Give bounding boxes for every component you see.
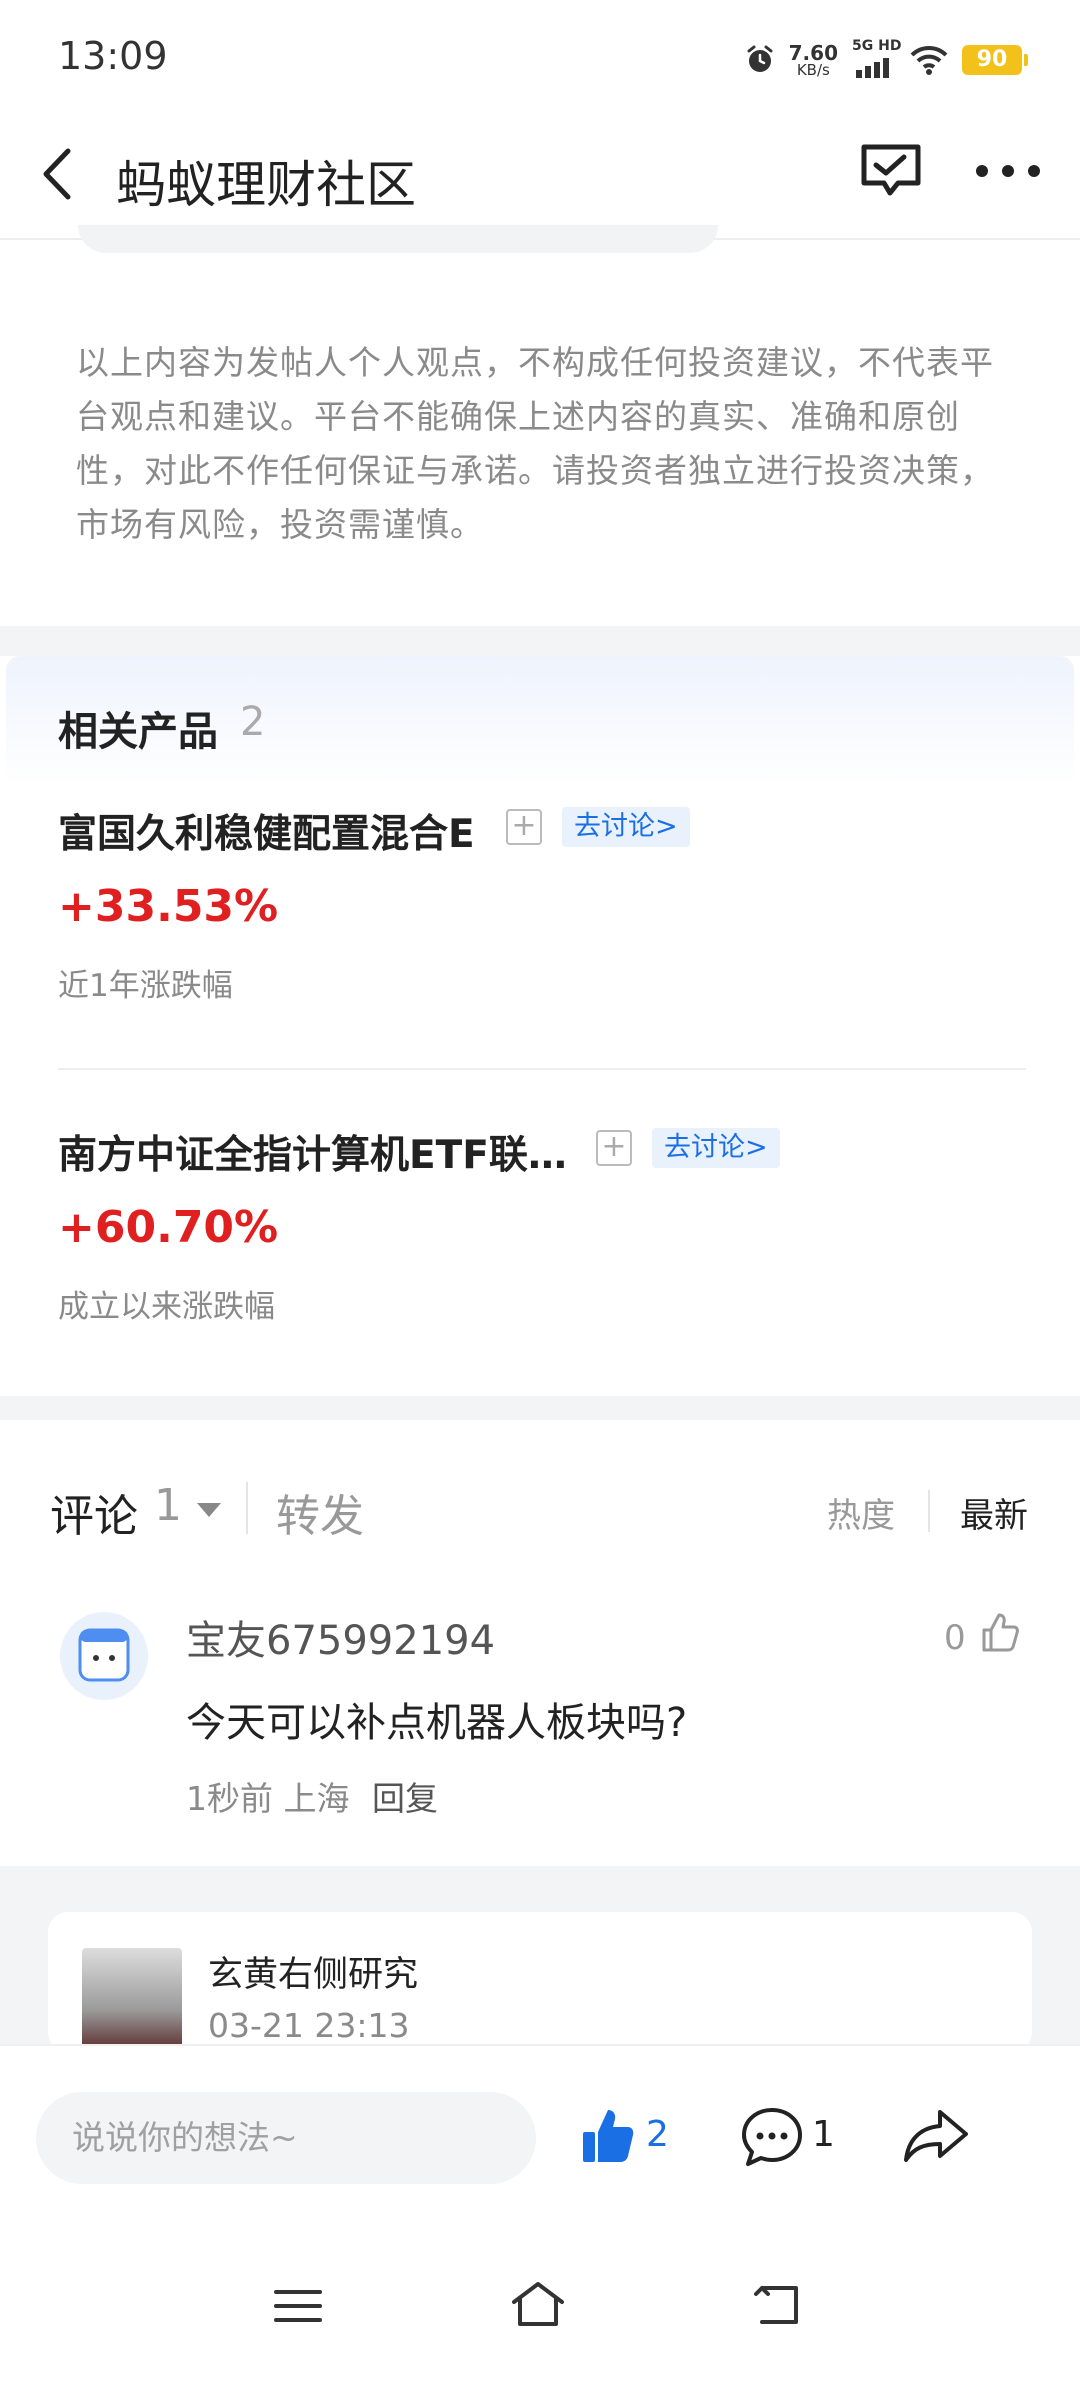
message-icon[interactable] xyxy=(858,137,924,203)
tab-separator xyxy=(246,1482,248,1534)
content-pill xyxy=(78,225,718,253)
status-bar: 13:09 7.60 KB/s 5G HD 90 xyxy=(0,0,1080,115)
disclaimer-text: 以上内容为发帖人个人观点，不构成任何投资建议，不代表平台观点和建议。平台不能确保… xyxy=(76,343,994,544)
comment-count[interactable]: 1 xyxy=(154,1480,182,1531)
battery-icon: 90 xyxy=(962,45,1028,75)
related-products: 相关产品 2 富国久利稳健配置混合E + 去讨论> +33.53% 近1年涨跌幅… xyxy=(6,656,1074,1396)
comment-icon[interactable] xyxy=(740,2106,804,2168)
product-name[interactable]: 富国久利稳健配置混合E xyxy=(58,803,475,859)
product-item[interactable]: 富国久利稳健配置混合E + 去讨论> +33.53% 近1年涨跌幅 xyxy=(58,803,1026,1043)
product-change: +60.70% xyxy=(58,1202,279,1253)
comment-meta: 1秒前 上海 xyxy=(186,1779,350,1818)
product-name[interactable]: 南方中证全指计算机ETF联… xyxy=(58,1124,567,1180)
net-speed: 7.60 KB/s xyxy=(789,43,838,78)
forward-thumbnail xyxy=(82,1948,182,2052)
product-change-label: 成立以来涨跌幅 xyxy=(58,1289,275,1325)
sort-new[interactable]: 最新 xyxy=(960,1488,1028,1537)
action-bar: 说说你的想法~ 2 1 xyxy=(0,2044,1080,2224)
comment-like-count: 0 xyxy=(944,1618,966,1658)
forward-date: 03-21 23:13 xyxy=(208,2006,410,2045)
status-icons: 7.60 KB/s 5G HD 90 xyxy=(745,38,1028,82)
menu-icon[interactable] xyxy=(272,2286,324,2326)
nav-bar: 蚂蚁理财社区 xyxy=(0,115,1080,240)
avatar[interactable] xyxy=(60,1612,148,1700)
comment-username[interactable]: 宝友675992194 xyxy=(186,1608,495,1666)
comment-text: 今天可以补点机器人板块吗? xyxy=(186,1700,688,1746)
wifi-icon xyxy=(910,45,948,75)
product-change-label: 近1年涨跌幅 xyxy=(58,968,233,1004)
like-icon[interactable] xyxy=(580,2106,636,2166)
reply-button[interactable]: 回复 xyxy=(372,1772,438,1820)
share-icon[interactable] xyxy=(900,2106,972,2166)
system-nav-bar xyxy=(0,2224,1080,2388)
comment-input[interactable]: 说说你的想法~ xyxy=(36,2092,536,2184)
back-icon[interactable] xyxy=(28,139,88,209)
section-divider xyxy=(0,1396,1080,1420)
net-speed-unit: KB/s xyxy=(796,60,830,79)
status-time: 13:09 xyxy=(58,34,168,78)
alarm-icon xyxy=(747,45,773,72)
forward-author[interactable]: 玄黄右侧研究 xyxy=(208,1946,418,1997)
sort-hot[interactable]: 热度 xyxy=(827,1488,895,1537)
product-item[interactable]: 南方中证全指计算机ETF联… + 去讨论> +60.70% 成立以来涨跌幅 xyxy=(58,1124,1026,1364)
section-divider xyxy=(0,626,1080,656)
home-icon[interactable] xyxy=(508,2278,568,2330)
product-divider xyxy=(58,1068,1026,1070)
add-watch-icon[interactable]: + xyxy=(506,809,542,845)
caret-down-icon[interactable] xyxy=(194,1500,224,1520)
product-change: +33.53% xyxy=(58,881,279,932)
sort-separator xyxy=(928,1490,930,1532)
discuss-button[interactable]: 去讨论> xyxy=(562,807,690,847)
discuss-button[interactable]: 去讨论> xyxy=(652,1128,780,1168)
related-products-count: 2 xyxy=(240,699,266,745)
net-speed-value: 7.60 xyxy=(788,40,838,65)
tab-comments[interactable]: 评论 xyxy=(50,1480,138,1544)
tab-forward[interactable]: 转发 xyxy=(276,1480,364,1544)
page-title: 蚂蚁理财社区 xyxy=(116,156,416,214)
thumbs-up-icon[interactable] xyxy=(980,1610,1020,1654)
add-watch-icon[interactable]: + xyxy=(596,1130,632,1166)
system-back-icon[interactable] xyxy=(752,2282,804,2328)
forward-card[interactable]: 玄黄右侧研究 03-21 23:13 xyxy=(48,1912,1032,2052)
like-count: 2 xyxy=(646,2114,669,2155)
comment-action-count: 1 xyxy=(812,2114,835,2155)
related-products-title: 相关产品 xyxy=(58,709,218,755)
signal-icon: 5G HD xyxy=(852,38,901,80)
more-icon[interactable] xyxy=(968,137,1048,203)
